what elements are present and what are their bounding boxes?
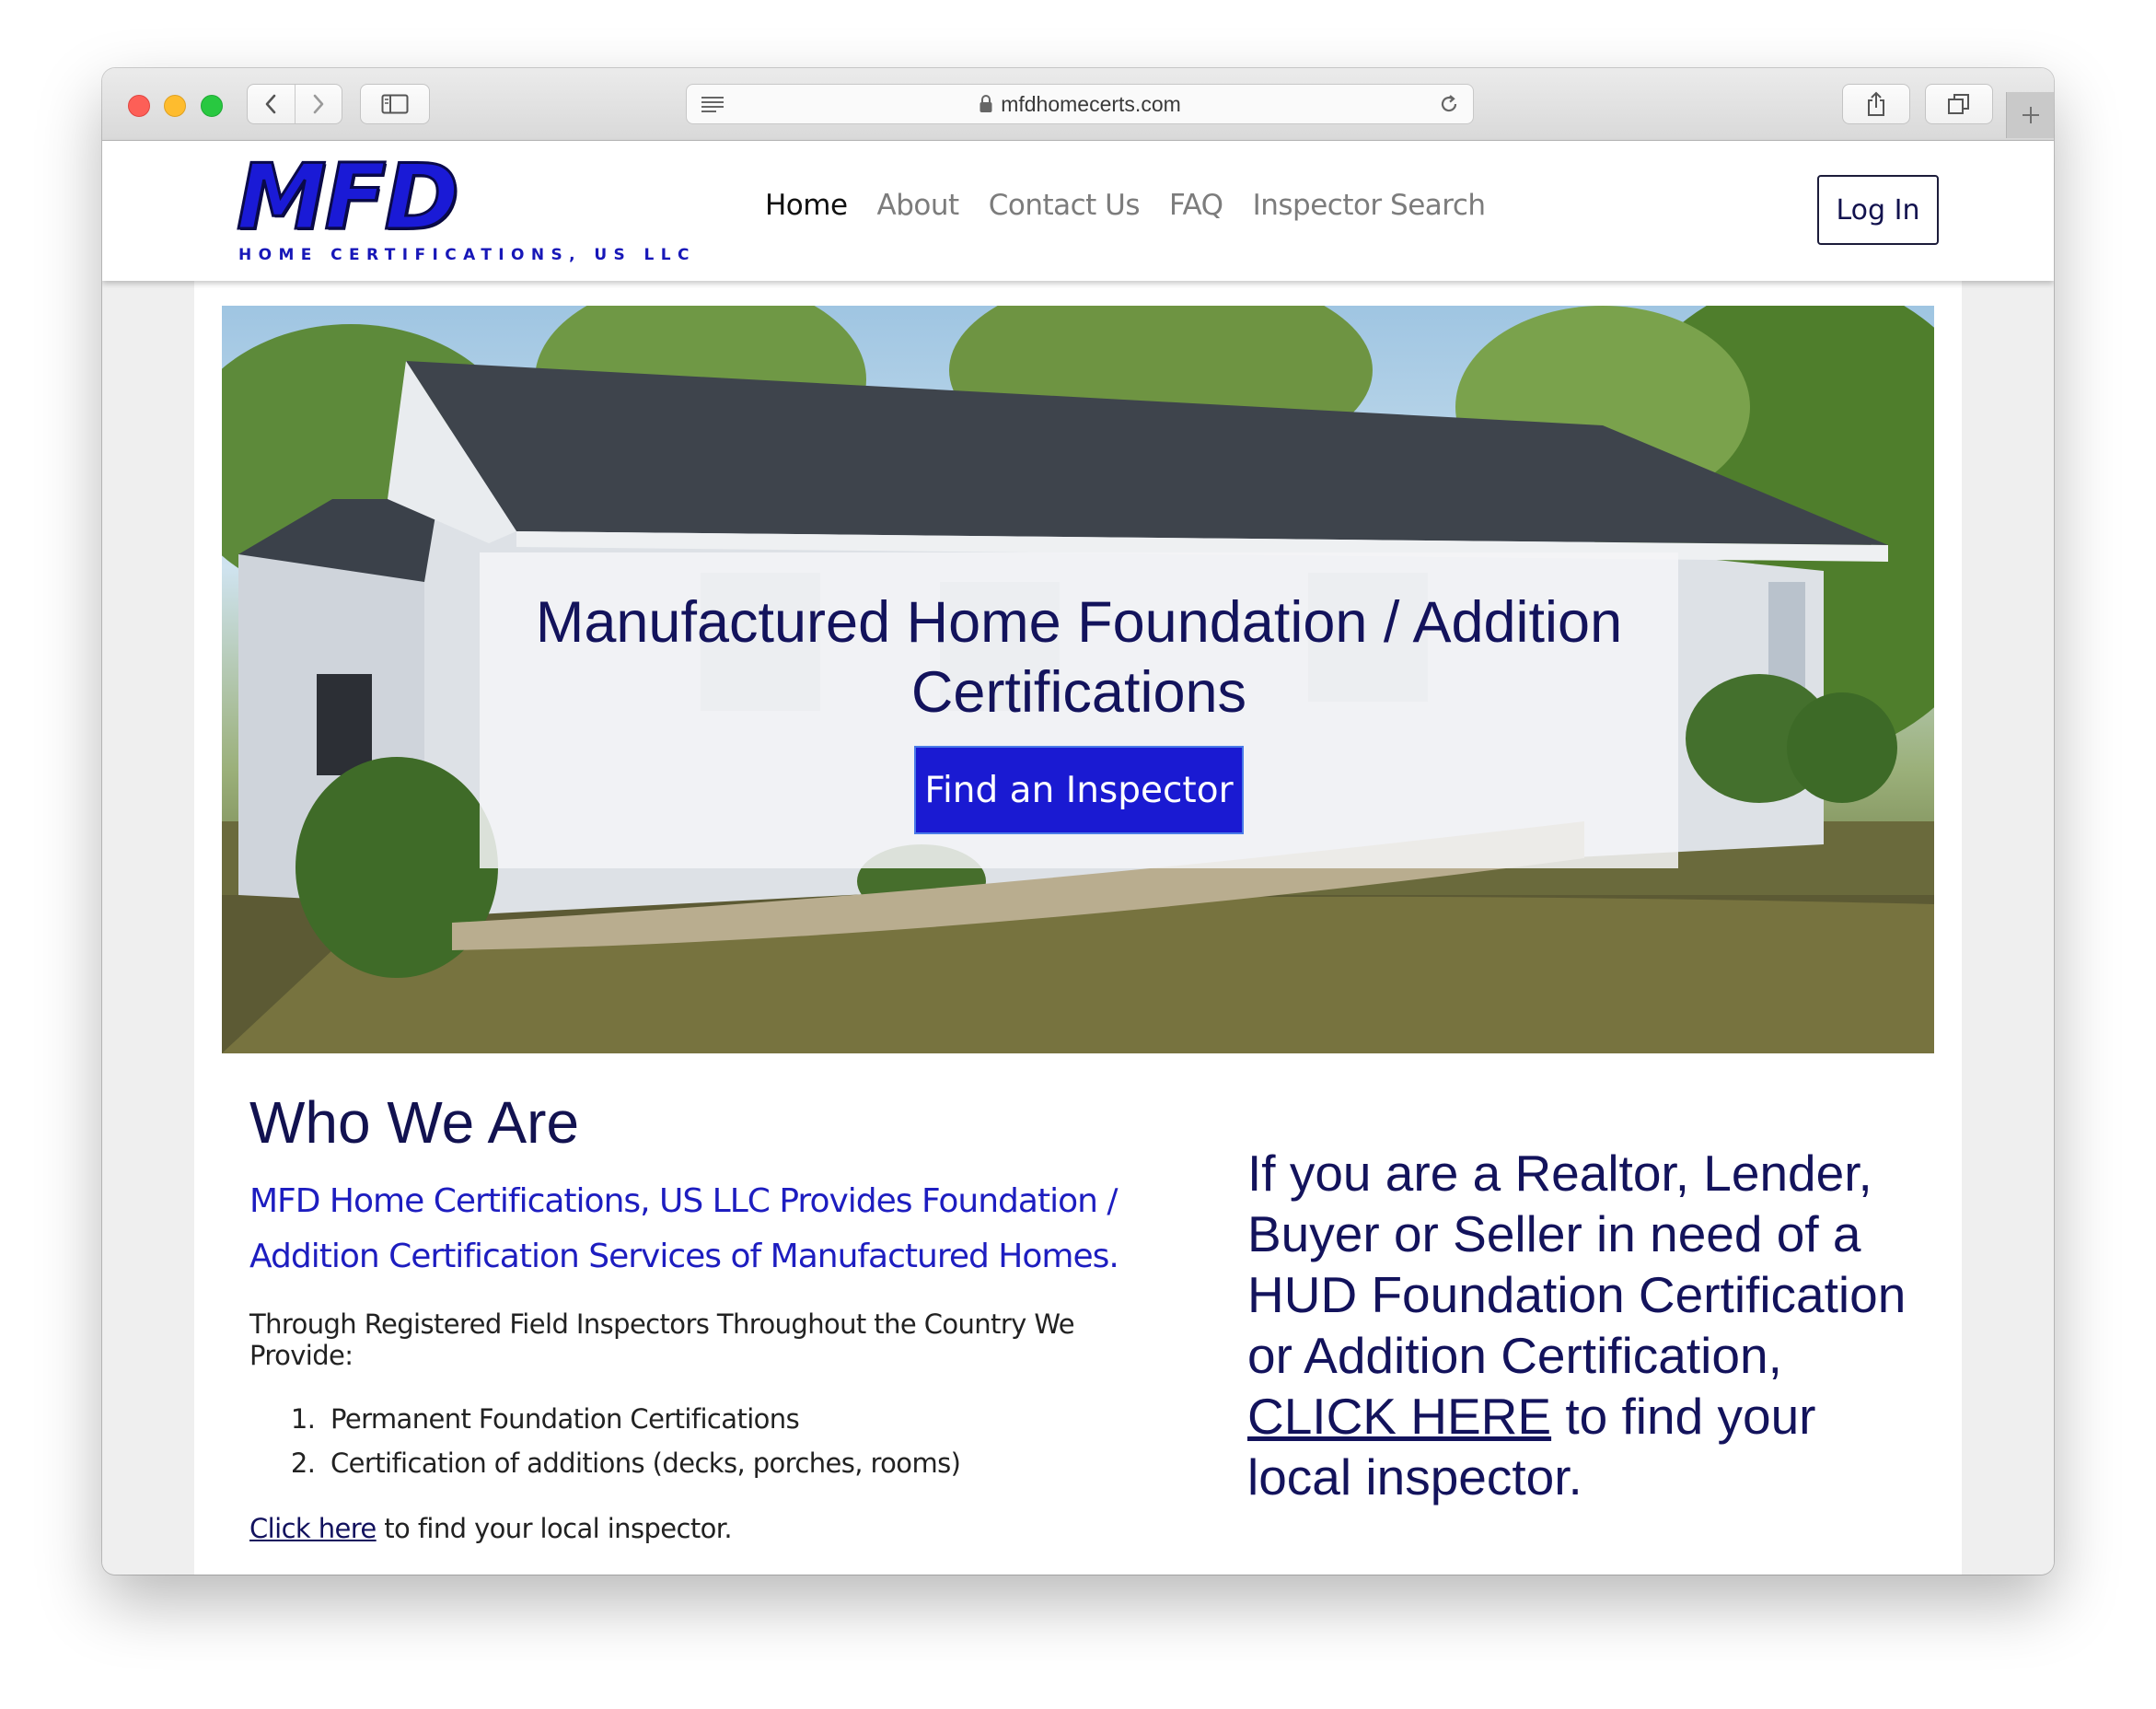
history-nav [247, 84, 342, 124]
nav-faq[interactable]: FAQ [1169, 189, 1223, 222]
who-we-are-subtitle: MFD Home Certifications, US LLC Provides… [249, 1182, 1119, 1275]
new-tab-button[interactable] [2006, 92, 2054, 138]
share-icon [1868, 91, 1884, 116]
back-button[interactable] [248, 85, 295, 123]
hero-panel: Manufactured Home Foundation / Addition … [480, 552, 1678, 868]
nav-inspector-search[interactable]: Inspector Search [1253, 189, 1486, 222]
reload-icon[interactable] [1438, 93, 1460, 120]
logo-tagline: HOME CERTIFICATIONS, US LLC [238, 246, 696, 264]
browser-window: mfdhomecerts.com MFD HOME CERTIFICATIONS… [102, 68, 2054, 1575]
services-intro: Through Registered Field Inspectors Thro… [249, 1308, 1075, 1371]
nav-about[interactable]: About [877, 189, 960, 222]
hero-banner: Manufactured Home Foundation / Addition … [222, 306, 1934, 1053]
sidebar-icon [381, 94, 409, 114]
url-display: mfdhomecerts.com [687, 85, 1473, 123]
plus-icon [2023, 107, 2039, 123]
services-list: Permanent Foundation Certifications Cert… [249, 1397, 1170, 1485]
nav-contact-us[interactable]: Contact Us [989, 189, 1141, 222]
find-inspector-text: to find your local inspector. [376, 1513, 733, 1544]
find-inspector-button[interactable]: Find an Inspector [914, 746, 1244, 834]
list-item: Certification of additions (decks, porch… [323, 1441, 1170, 1485]
lock-icon [979, 95, 992, 112]
share-button[interactable] [1842, 84, 1910, 124]
chevron-left-icon [265, 94, 276, 114]
content-column: Manufactured Home Foundation / Addition … [194, 281, 1962, 1575]
callout-text: If you are a Realtor, Lender, Buyer or S… [1247, 1145, 1907, 1384]
page-body: Manufactured Home Foundation / Addition … [102, 281, 2054, 1575]
login-button[interactable]: Log In [1817, 175, 1939, 245]
find-inspector-line: Click here to find your local inspector. [249, 1513, 1170, 1544]
list-item: Permanent Foundation Certifications [323, 1397, 1170, 1441]
main-nav: Home About Contact Us FAQ Inspector Sear… [765, 189, 1486, 222]
click-here-link[interactable]: Click here [249, 1513, 377, 1544]
tabs-overview-button[interactable] [1925, 84, 1993, 124]
url-text: mfdhomecerts.com [1001, 91, 1181, 116]
zoom-window-button[interactable] [201, 95, 223, 117]
logo-wordmark: MFD [236, 145, 461, 250]
browser-toolbar: mfdhomecerts.com [102, 68, 2054, 141]
tabs-icon [1948, 94, 1969, 114]
realtor-callout: If you are a Realtor, Lender, Buyer or S… [1247, 1143, 1919, 1507]
address-bar[interactable]: mfdhomecerts.com [686, 84, 1474, 124]
callout-click-here-link[interactable]: CLICK HERE [1247, 1388, 1551, 1445]
forward-button[interactable] [294, 85, 342, 123]
nav-home[interactable]: Home [765, 189, 848, 222]
hero-title: Manufactured Home Foundation / Addition … [535, 590, 1623, 725]
sidebar-button[interactable] [360, 84, 430, 124]
site-logo[interactable]: MFD HOME CERTIFICATIONS, US LLC [236, 145, 708, 266]
chevron-right-icon [313, 94, 324, 114]
close-window-button[interactable] [128, 95, 150, 117]
who-we-are-heading: Who We Are [249, 1089, 580, 1156]
site-header: MFD HOME CERTIFICATIONS, US LLC Home Abo… [102, 141, 2054, 281]
minimize-window-button[interactable] [164, 95, 186, 117]
who-we-are-section: Who We Are MFD Home Certifications, US L… [249, 1086, 1170, 1544]
